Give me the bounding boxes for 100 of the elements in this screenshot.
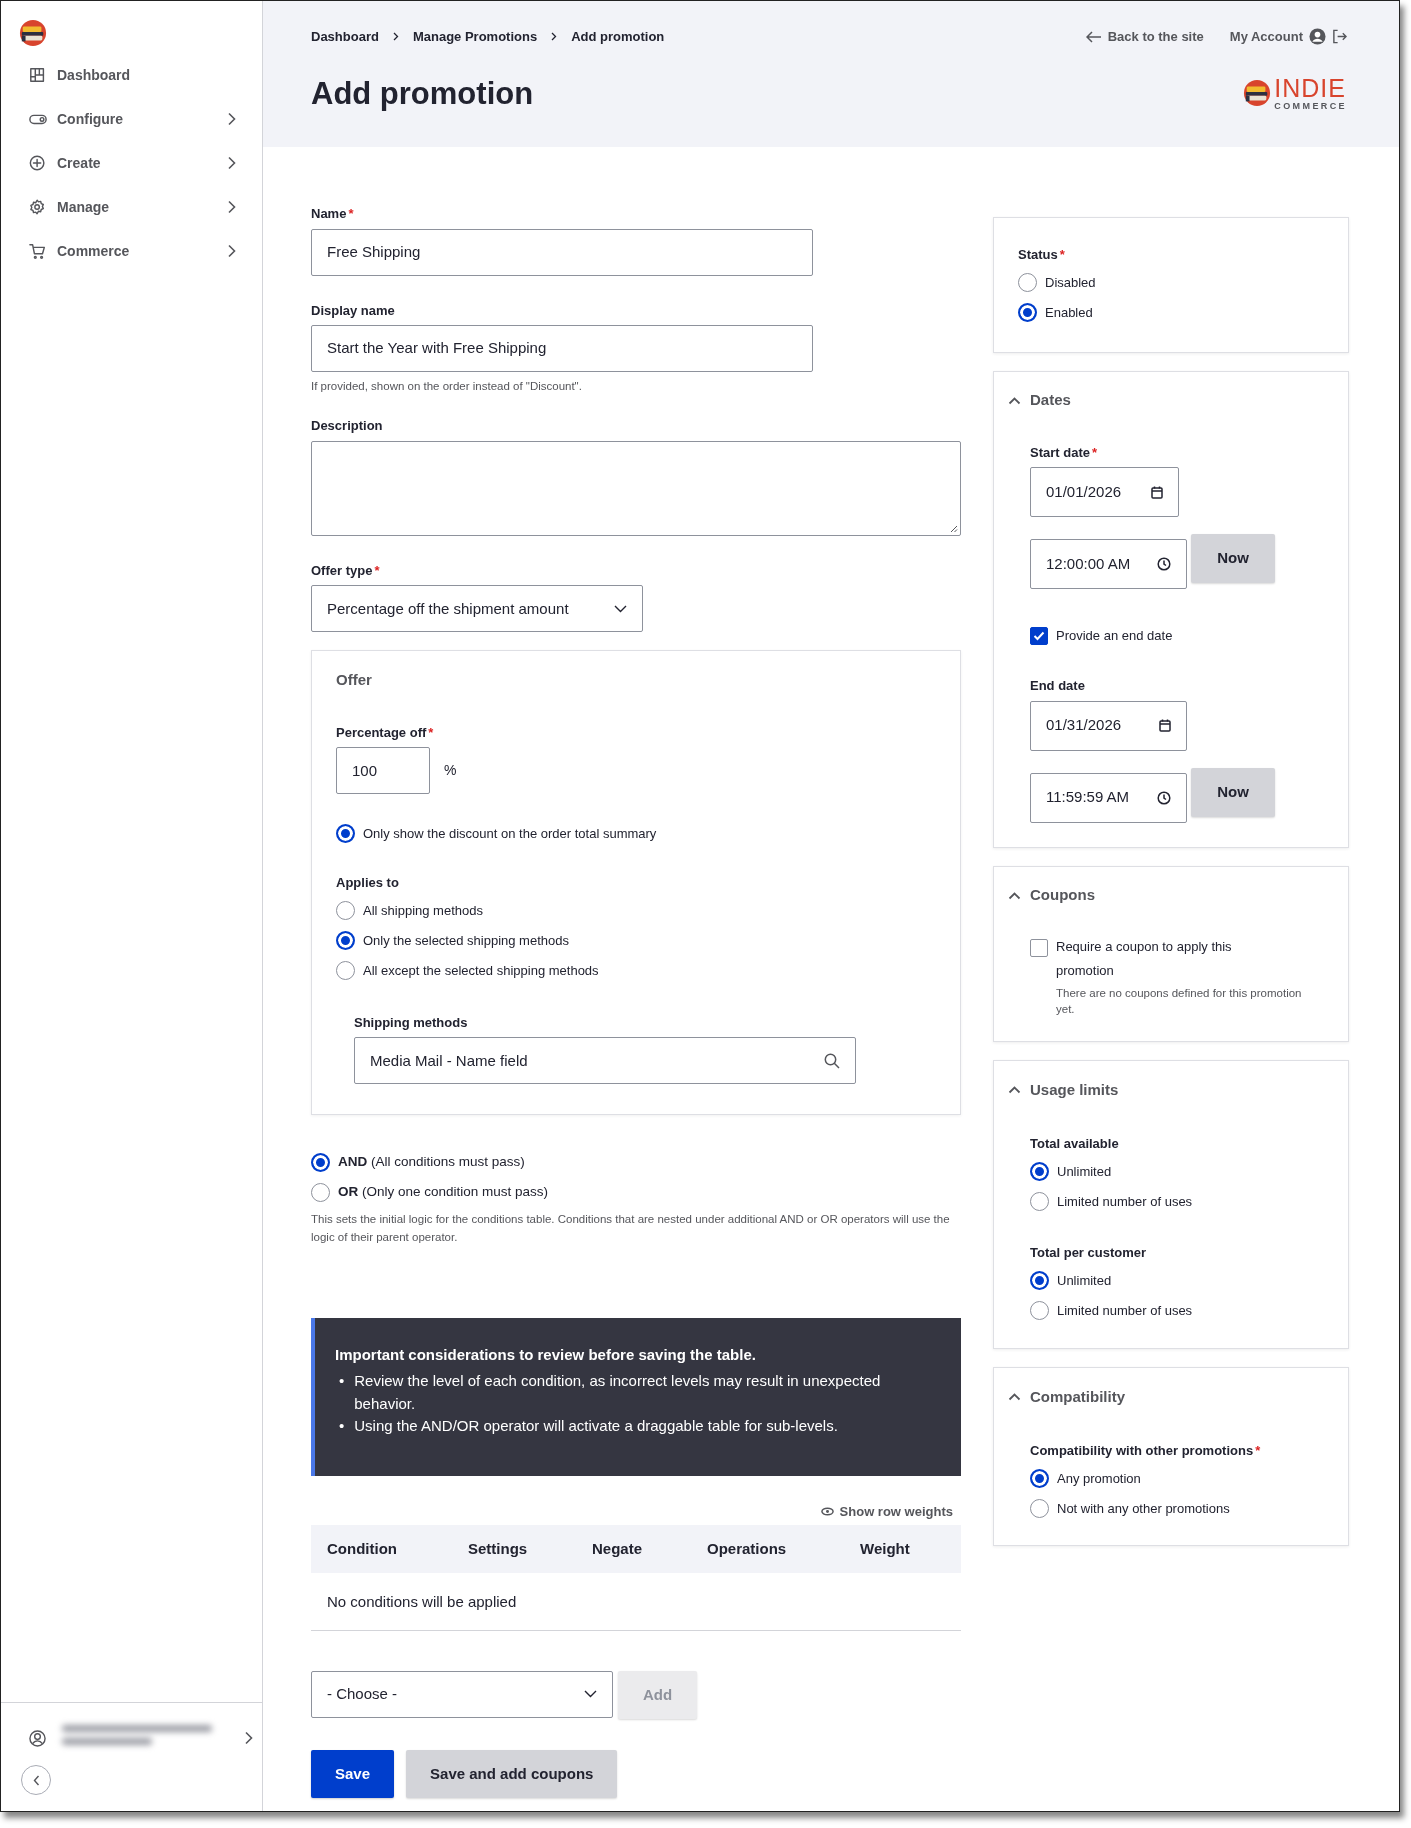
chevron-right-icon[interactable] xyxy=(227,244,236,258)
date-input[interactable]: 01/31/2026 xyxy=(1030,700,1187,751)
field-label: Status* xyxy=(1018,246,1065,264)
radio-button[interactable] xyxy=(1030,1468,1049,1488)
now-button[interactable]: Now xyxy=(1191,767,1275,817)
text-input[interactable]: Free Shipping xyxy=(311,228,813,276)
percentage-input[interactable]: 100 xyxy=(336,747,430,795)
search-field[interactable]: Media Mail - Name field xyxy=(354,1037,856,1085)
radio-button[interactable] xyxy=(1030,1191,1049,1211)
cart-icon xyxy=(29,242,47,260)
checkbox[interactable] xyxy=(1030,627,1048,645)
sidebar-item[interactable]: Manage xyxy=(1,185,262,229)
breadcrumb-link[interactable]: Manage Promotions xyxy=(412,27,538,47)
radio-button[interactable] xyxy=(1018,273,1037,292)
radio-button[interactable] xyxy=(1030,1498,1049,1518)
arrow-left-icon xyxy=(1085,30,1102,43)
option-label: Any promotion xyxy=(1057,1469,1141,1488)
text-input[interactable]: Start the Year with Free Shipping xyxy=(311,325,813,372)
calendar-icon[interactable] xyxy=(1151,485,1163,499)
radio-button[interactable] xyxy=(1030,1161,1049,1181)
condition-select[interactable]: - Choose - xyxy=(311,1670,613,1718)
panel-title[interactable]: Usage limits xyxy=(1030,1078,1119,1102)
field-label: Name* xyxy=(311,205,354,223)
time-input[interactable]: 11:59:59 AM xyxy=(1030,772,1187,823)
show-row-weights-link[interactable]: Show row weights xyxy=(820,1501,953,1522)
radio-button[interactable] xyxy=(1030,1271,1049,1291)
field-label: Compatibility with other promotions* xyxy=(1030,1441,1261,1460)
caret-up-icon[interactable] xyxy=(1008,1085,1021,1095)
save-button[interactable]: Save xyxy=(311,1749,395,1798)
help-text: This sets the initial logic for the conditions table. Conditions that are nested under additional AND or OR operators will use the logic of their parent operator. xyxy=(311,1212,951,1245)
save-and-add-coupons-button[interactable]: Save and add coupons xyxy=(406,1749,618,1798)
breadcrumb-link[interactable]: Add promotion xyxy=(571,27,665,47)
search-icon xyxy=(824,1052,840,1069)
caret-up-icon[interactable] xyxy=(1008,891,1021,900)
radio-button[interactable] xyxy=(311,1152,330,1172)
resize-handle-icon[interactable] xyxy=(950,524,958,533)
column-header: Operations xyxy=(707,1539,788,1559)
option-label: All shipping methods xyxy=(363,902,483,920)
field-label: Description xyxy=(311,417,383,436)
gear-icon xyxy=(29,198,47,216)
chevron-down-icon xyxy=(614,604,627,613)
checkbox-label: Require a coupon to apply this promotion xyxy=(1056,937,1233,980)
bullet: • xyxy=(339,1371,345,1392)
radio-button[interactable] xyxy=(336,823,355,843)
avatar-icon[interactable] xyxy=(1309,28,1326,46)
alert-item: Review the level of each condition, as incorrect levels may result in unexpected behavior. xyxy=(354,1371,882,1414)
offer-type-select[interactable]: Percentage off the shipment amount xyxy=(311,585,643,633)
sidebar-item[interactable]: Dashboard xyxy=(1,53,262,97)
option-label: Limited number of uses xyxy=(1057,1192,1193,1211)
radio-button[interactable] xyxy=(336,961,355,981)
calendar-icon[interactable] xyxy=(1159,719,1171,732)
clock-icon[interactable] xyxy=(1157,790,1171,805)
chevron-down-icon xyxy=(584,1690,597,1699)
caret-up-icon[interactable] xyxy=(1008,1392,1021,1402)
clock-icon[interactable] xyxy=(1157,557,1171,571)
field-label: Offer type* xyxy=(311,561,380,580)
option-label: Disabled xyxy=(1045,273,1096,292)
alert-item: Using the AND/OR operator will activate a draggable table for sub-levels. xyxy=(354,1416,838,1437)
date-input[interactable]: 01/01/2026 xyxy=(1030,467,1179,517)
eye-icon xyxy=(820,1507,834,1516)
radio-button[interactable] xyxy=(1030,1301,1049,1321)
panel-title[interactable]: Compatibility xyxy=(1030,1385,1125,1409)
description-textarea[interactable] xyxy=(311,440,961,536)
logout-icon[interactable] xyxy=(1332,29,1347,45)
logo-wordmark: INDIE xyxy=(1274,75,1347,101)
user-circle-icon[interactable] xyxy=(29,1729,46,1747)
radio-button[interactable] xyxy=(336,931,355,951)
plus-circle-icon xyxy=(29,154,47,172)
sidebar-item[interactable]: Commerce xyxy=(1,229,262,273)
breadcrumb-link[interactable]: Dashboard xyxy=(311,27,379,47)
now-button[interactable]: Now xyxy=(1191,534,1275,583)
radio-button[interactable] xyxy=(336,901,355,921)
help-text: There are no coupons defined for this promotion yet. xyxy=(1056,985,1303,1017)
chevron-right-icon[interactable] xyxy=(227,200,236,214)
time-input[interactable]: 12:00:00 AM xyxy=(1030,539,1187,589)
checkbox[interactable] xyxy=(1030,938,1048,957)
chevron-left-icon xyxy=(32,1774,40,1786)
radio-button[interactable] xyxy=(1018,303,1037,322)
panel-title[interactable]: Dates xyxy=(1030,389,1071,412)
option-label: Not with any other promotions xyxy=(1057,1499,1230,1518)
sidebar-item[interactable]: Create xyxy=(1,141,262,185)
chevron-right-icon[interactable] xyxy=(227,112,236,126)
option-label: Unlimited xyxy=(1057,1272,1112,1291)
help-text: If provided, shown on the order instead of "Discount". xyxy=(311,379,583,394)
option-label: Unlimited xyxy=(1057,1162,1112,1181)
radio-button[interactable] xyxy=(311,1182,330,1202)
field-label: Percentage off* xyxy=(336,723,434,742)
breadcrumb-separator-icon xyxy=(392,32,399,42)
field-label: End date xyxy=(1030,677,1085,695)
dashboard-icon xyxy=(29,66,47,84)
field-label: Applies to xyxy=(336,874,399,893)
chevron-right-icon[interactable] xyxy=(227,156,236,170)
chevron-right-icon[interactable] xyxy=(244,1731,253,1745)
back-to-site-link[interactable]: Back to the site xyxy=(1085,27,1204,47)
caret-up-icon[interactable] xyxy=(1008,396,1021,405)
breadcrumb-separator-icon xyxy=(551,32,558,42)
sidebar-item[interactable]: Configure xyxy=(1,97,262,141)
page-title: Add promotion xyxy=(311,74,534,112)
account-link[interactable]: My Account xyxy=(1229,27,1303,47)
panel-title[interactable]: Coupons xyxy=(1030,884,1095,907)
